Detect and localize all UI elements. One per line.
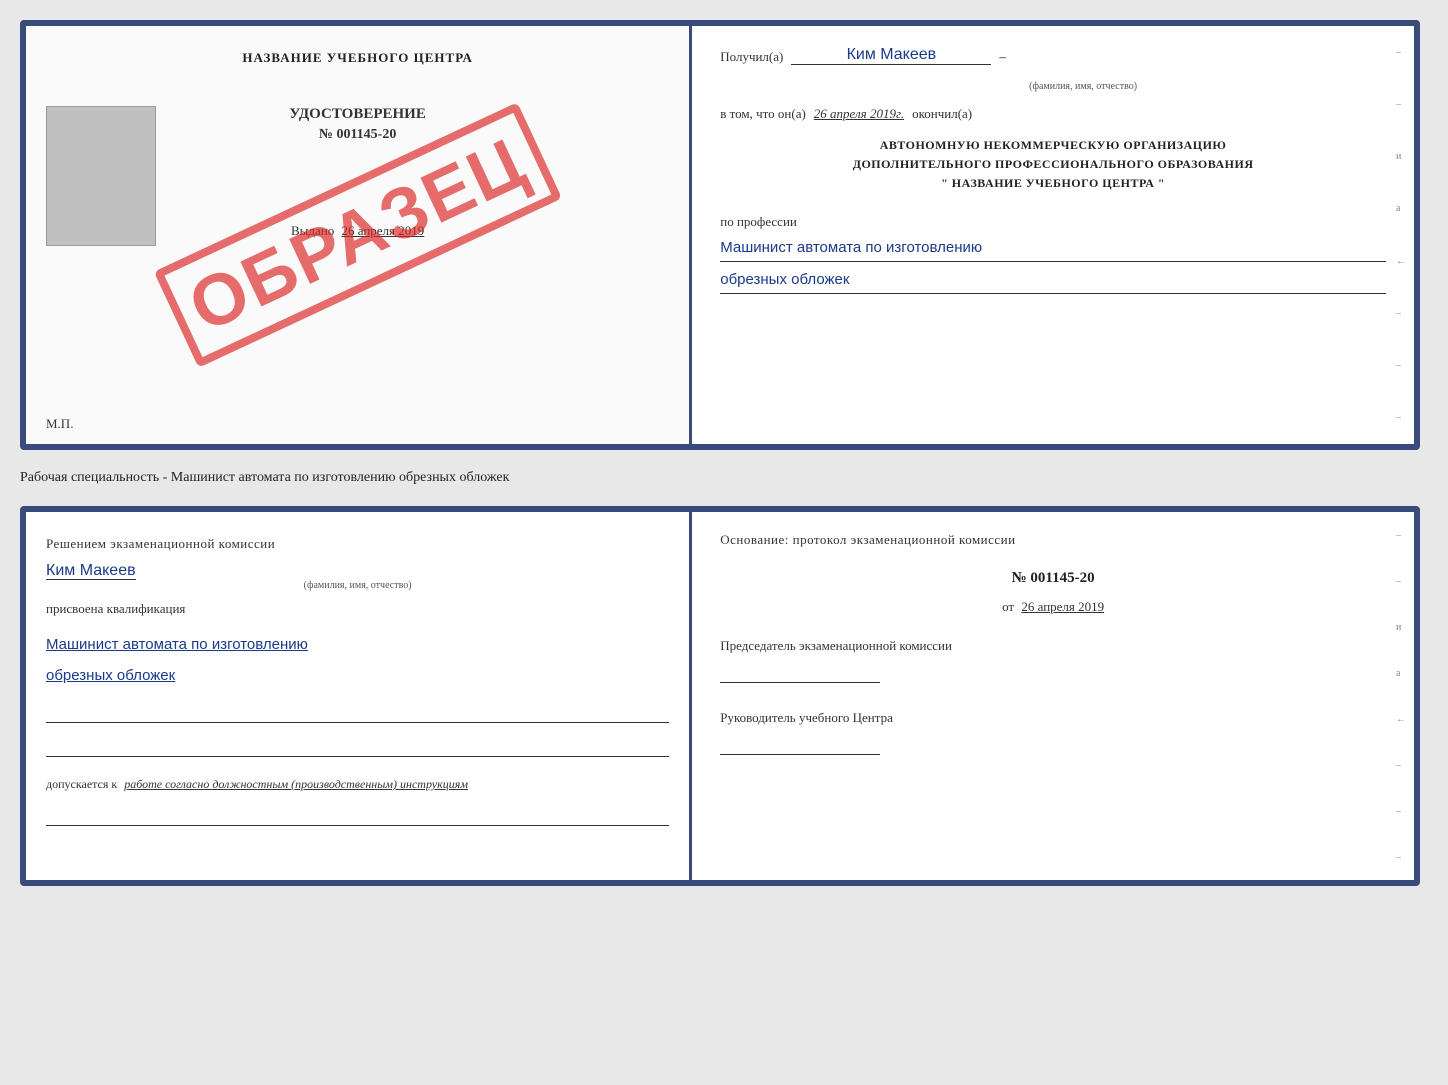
- right-side-marks-top: – – и а ← – – –: [1396, 26, 1406, 444]
- blank-line-3: [46, 808, 669, 826]
- date-value: 26 апреля 2019г.: [814, 106, 904, 122]
- chairman-block: Председатель экзаменационной комиссии: [720, 637, 1386, 683]
- qualification-value-block: Машинист автомата по изготовлению обрезн…: [46, 627, 669, 689]
- page-wrapper: НАЗВАНИЕ УЧЕБНОГО ЦЕНТРА УДОСТОВЕРЕНИЕ №…: [20, 20, 1428, 886]
- date-line: в том, что он(а) 26 апреля 2019г. окончи…: [720, 106, 1386, 122]
- profession-line1: Машинист автомата по изготовлению: [720, 234, 1386, 262]
- org-block: АВТОНОМНУЮ НЕКОММЕРЧЕСКУЮ ОРГАНИЗАЦИЮ ДО…: [720, 136, 1386, 194]
- protocol-date-value: 26 апреля 2019: [1021, 599, 1104, 614]
- photo-placeholder: [46, 106, 156, 246]
- mp-text: М.П.: [46, 416, 73, 432]
- protocol-number: № 001145-20: [720, 570, 1386, 587]
- blank-line-2: [46, 739, 669, 757]
- director-label: Руководитель учебного Центра: [720, 709, 1386, 727]
- protocol-date: от 26 апреля 2019: [720, 599, 1386, 615]
- blank-line-1: [46, 705, 669, 723]
- bottom-left-panel: Решением экзаменационной комиссии Ким Ма…: [26, 512, 692, 880]
- bottom-document: Решением экзаменационной комиссии Ким Ма…: [20, 506, 1420, 886]
- date-prefix: в том, что он(а): [720, 106, 806, 122]
- allowed-value: работе согласно должностным (производств…: [124, 777, 468, 791]
- right-side-marks-bottom: – – и а ← – – –: [1396, 512, 1406, 880]
- date-suffix: окончил(а): [912, 106, 972, 122]
- issued-date: Выдано 26 апреля 2019: [291, 223, 424, 239]
- allowed-prefix: допускается к: [46, 777, 117, 791]
- certificate-number: № 001145-20: [289, 127, 426, 143]
- chairman-label: Председатель экзаменационной комиссии: [720, 637, 1386, 655]
- profession-line2: обрезных обложек: [720, 266, 1386, 294]
- director-block: Руководитель учебного Центра: [720, 695, 1386, 755]
- received-name: Ким Макеев: [791, 46, 991, 65]
- issued-label: Выдано: [291, 223, 334, 238]
- qualification-line2: обрезных обложек: [46, 662, 669, 689]
- decision-text: Решением экзаменационной комиссии: [46, 536, 669, 552]
- org-line1: АВТОНОМНУЮ НЕКОММЕРЧЕСКУЮ ОРГАНИЗАЦИЮ: [720, 136, 1386, 155]
- received-dash: –: [999, 49, 1006, 65]
- top-left-panel: НАЗВАНИЕ УЧЕБНОГО ЦЕНТРА УДОСТОВЕРЕНИЕ №…: [26, 26, 692, 444]
- certificate-label: УДОСТОВЕРЕНИЕ: [289, 106, 426, 123]
- received-prefix: Получил(а): [720, 49, 783, 65]
- org-line2: ДОПОЛНИТЕЛЬНОГО ПРОФЕССИОНАЛЬНОГО ОБРАЗО…: [720, 155, 1386, 174]
- org-line3: " НАЗВАНИЕ УЧЕБНОГО ЦЕНТРА ": [720, 174, 1386, 193]
- allowed-block: допускается к работе согласно должностны…: [46, 777, 669, 792]
- issued-date-value: 26 апреля 2019: [341, 223, 424, 238]
- fio-subtitle-bottom: (фамилия, имя, отчество): [46, 580, 669, 591]
- protocol-date-prefix: от: [1002, 599, 1014, 614]
- person-name-bottom: Ким Макеев: [46, 562, 136, 580]
- chairman-sign-line: [720, 663, 880, 683]
- bottom-right-panel: Основание: протокол экзаменационной коми…: [692, 512, 1414, 880]
- received-line: Получил(а) Ким Макеев –: [720, 46, 1386, 65]
- top-document: НАЗВАНИЕ УЧЕБНОГО ЦЕНТРА УДОСТОВЕРЕНИЕ №…: [20, 20, 1420, 450]
- profession-section: по профессии Машинист автомата по изгото…: [720, 208, 1386, 294]
- fio-subtitle-top: (фамилия, имя, отчество): [780, 81, 1386, 92]
- basis-text: Основание: протокол экзаменационной коми…: [720, 532, 1386, 548]
- qualification-label: присвоена квалификация: [46, 601, 669, 617]
- profession-label: по профессии: [720, 214, 1386, 230]
- top-right-panel: Получил(а) Ким Макеев – (фамилия, имя, о…: [692, 26, 1414, 444]
- qualification-line1: Машинист автомата по изготовлению: [46, 631, 669, 658]
- middle-text: Рабочая специальность - Машинист автомат…: [20, 466, 1428, 490]
- person-name-block: Ким Макеев (фамилия, имя, отчество): [46, 562, 669, 591]
- training-center-title: НАЗВАНИЕ УЧЕБНОГО ЦЕНТРА: [242, 50, 473, 66]
- director-sign-line: [720, 735, 880, 755]
